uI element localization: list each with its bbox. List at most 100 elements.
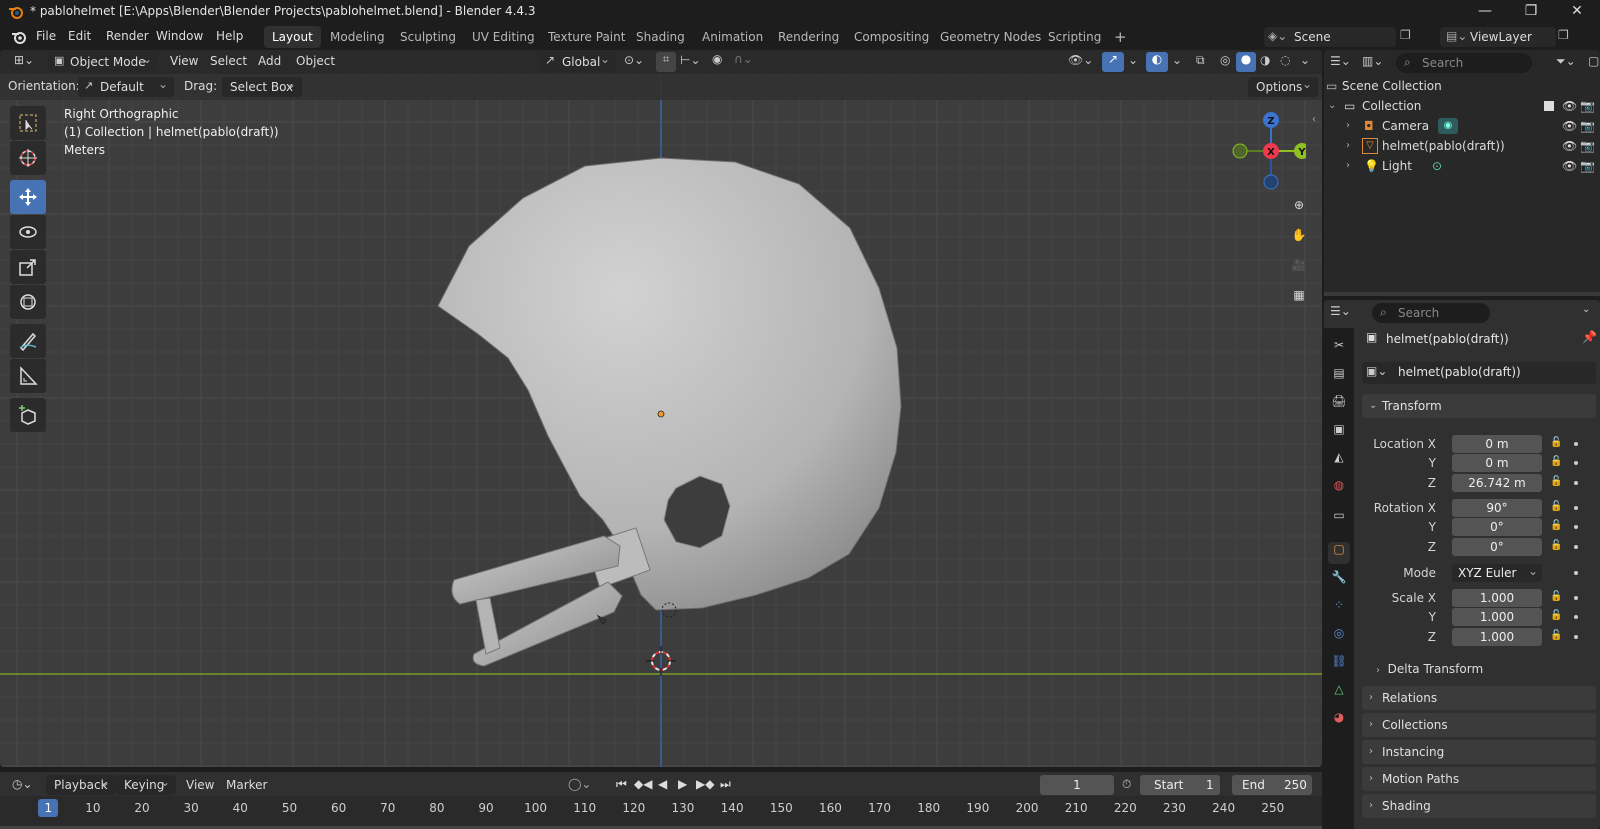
viewport-scene[interactable] — [0, 50, 1322, 767]
tab-animation[interactable]: Animation — [694, 26, 771, 48]
collection-row[interactable]: ⌄ ▭ Collection 👁 📷 — [1324, 96, 1600, 116]
camera-data-icon[interactable]: ◉ — [1438, 118, 1458, 134]
keyframe-dot[interactable] — [1574, 525, 1578, 529]
pan-hand-icon[interactable]: ✋ — [1286, 222, 1312, 248]
tool-tab-icon[interactable]: ✂ — [1328, 338, 1350, 360]
keyframe-dot[interactable] — [1574, 442, 1578, 446]
light-data-icon[interactable]: ⊙ — [1432, 156, 1442, 176]
object-name-field[interactable]: ▣⌄ helmet(pablo(draft)) — [1362, 362, 1596, 384]
editor-type-icon[interactable]: ⊞⌄ — [14, 53, 34, 67]
lock-icon[interactable]: 🔓 — [1550, 610, 1562, 622]
instancing-panel-header[interactable]: › Instancing — [1362, 740, 1596, 764]
timeline-editor-type-icon[interactable]: ◷⌄ — [12, 777, 33, 791]
properties-editor-type-icon[interactable]: ☰⌄ — [1330, 304, 1351, 318]
output-tab-icon[interactable]: 🖨 — [1328, 394, 1350, 416]
collections-panel-header[interactable]: › Collections — [1362, 713, 1596, 737]
menu-edit[interactable]: Edit — [68, 29, 91, 43]
rotation-x-field[interactable]: 90° — [1452, 499, 1542, 517]
gizmo-toggle-icon[interactable]: ↗ — [1102, 52, 1124, 72]
scale-tool[interactable] — [10, 250, 46, 284]
exclude-checkbox[interactable] — [1544, 101, 1554, 111]
lock-icon[interactable]: 🔓 — [1550, 591, 1562, 603]
add-workspace-icon[interactable]: + — [1106, 26, 1135, 48]
hide-eye-icon[interactable]: 👁 — [1562, 96, 1577, 116]
tab-scripting[interactable]: Scripting — [1040, 26, 1109, 48]
tab-modeling[interactable]: Modeling — [322, 26, 393, 48]
constraints-tab-icon[interactable]: ⛓ — [1328, 654, 1350, 676]
blender-menu-icon[interactable] — [10, 29, 28, 45]
3d-viewport[interactable]: ⊞⌄ Object Mode ▣ View Select Add Object … — [0, 50, 1322, 767]
minimize-button[interactable]: — — [1462, 0, 1508, 24]
viewport-menu-add[interactable]: Add — [258, 54, 281, 68]
delta-transform-subpanel[interactable]: › Delta Transform — [1376, 662, 1483, 676]
outliner-scrollbar[interactable] — [1324, 292, 1600, 296]
scale-z-field[interactable]: 1.000 — [1452, 628, 1542, 646]
data-tab-icon[interactable]: △ — [1328, 682, 1350, 704]
next-keyframe-icon[interactable]: ▶◆ — [696, 777, 714, 791]
scale-x-field[interactable]: 1.000 — [1452, 589, 1542, 607]
rotate-tool[interactable] — [10, 215, 46, 249]
viewport-menu-select[interactable]: Select — [210, 54, 247, 68]
lock-icon[interactable]: 🔓 — [1550, 456, 1562, 468]
current-frame-field[interactable]: 1 — [1040, 775, 1114, 795]
overlays-toggle-icon[interactable]: ◐ — [1146, 52, 1168, 72]
rotation-mode-dropdown[interactable]: XYZ Euler ⌄ — [1452, 564, 1542, 582]
lock-icon[interactable]: 🔓 — [1550, 437, 1562, 449]
viewport-menu-object[interactable]: Object — [296, 54, 335, 68]
sidebar-toggle-icon[interactable]: ‹ — [1312, 114, 1316, 125]
play-icon[interactable]: ▶ — [678, 777, 687, 791]
expand-collection-icon[interactable]: ⌄ — [1328, 96, 1336, 116]
mode-dropdown[interactable]: Object Mode — [48, 50, 158, 72]
new-collection-icon[interactable]: ▢ — [1588, 54, 1599, 68]
menu-render[interactable]: Render — [106, 29, 149, 43]
camera-render-icon[interactable]: 📷 — [1580, 116, 1595, 136]
gizmo-neg-y-axis[interactable] — [1232, 143, 1248, 159]
new-view-layer-icon[interactable]: ❐ — [1558, 28, 1569, 42]
helmet-render-icon[interactable]: 📷 — [1580, 136, 1595, 156]
timeline-menu-marker[interactable]: Marker — [226, 778, 267, 792]
shading-options-icon[interactable]: ⌄ — [1300, 53, 1310, 67]
wireframe-shading-icon[interactable]: ◎ — [1220, 53, 1230, 67]
material-shading-icon[interactable]: ◑ — [1260, 53, 1270, 67]
prev-keyframe-icon[interactable]: ◆◀ — [634, 777, 652, 791]
snap-target-icon[interactable]: ⊢⌄ — [680, 53, 701, 67]
expand-light-icon[interactable]: › — [1346, 156, 1350, 176]
options-dropdown[interactable]: Options — [1248, 74, 1318, 97]
proportional-editing-icon[interactable]: ◉ — [712, 52, 722, 66]
rotation-y-field[interactable]: 0° — [1452, 518, 1542, 536]
relations-panel-header[interactable]: › Relations — [1362, 686, 1596, 710]
transform-tool[interactable] — [10, 285, 46, 319]
lock-icon[interactable]: 🔓 — [1550, 630, 1562, 642]
tab-rendering[interactable]: Rendering — [770, 26, 847, 48]
measure-tool[interactable] — [10, 359, 46, 393]
overlays-dropdown-icon[interactable]: ⌄ — [1172, 53, 1182, 67]
tab-shading[interactable]: Shading — [628, 26, 693, 48]
properties-search-input[interactable]: ⌕ Search — [1372, 303, 1490, 323]
light-render-icon[interactable]: 📷 — [1580, 156, 1595, 176]
xray-icon[interactable]: ⧉ — [1196, 53, 1205, 68]
shading-panel-header[interactable]: › Shading — [1362, 794, 1596, 818]
keyframe-dot[interactable] — [1574, 635, 1578, 639]
snap-icon[interactable]: ⌗ — [656, 52, 676, 72]
ortho-grid-icon[interactable]: ▦ — [1286, 282, 1312, 308]
play-reverse-icon[interactable]: ◀ — [658, 777, 667, 791]
tab-texture-paint[interactable]: Texture Paint — [540, 26, 633, 48]
object-browse-icon[interactable]: ▣⌄ — [1366, 364, 1387, 378]
helmet-eye-icon[interactable]: 👁 — [1562, 136, 1577, 156]
gizmo-neg-z-axis[interactable] — [1263, 174, 1279, 190]
select-box-tool[interactable] — [10, 106, 46, 140]
scene-collection-row[interactable]: ▭ Scene Collection — [1324, 76, 1600, 96]
tab-compositing[interactable]: Compositing — [846, 26, 937, 48]
rendered-shading-icon[interactable]: ◌ — [1280, 53, 1290, 67]
tab-uv-editing[interactable]: UV Editing — [464, 26, 543, 48]
expand-camera-icon[interactable]: › — [1346, 116, 1350, 136]
tab-layout[interactable]: Layout — [264, 26, 321, 48]
keyframe-dot[interactable] — [1574, 596, 1578, 600]
location-x-field[interactable]: 0 m — [1452, 435, 1542, 453]
lock-icon[interactable]: 🔓 — [1550, 520, 1562, 532]
transform-panel-header[interactable]: ⌄ Transform — [1362, 394, 1596, 418]
add-cube-tool[interactable] — [10, 398, 46, 432]
auto-keying-icon[interactable]: ◯⌄ — [568, 777, 591, 791]
filter-icon[interactable]: ⏷⌄ — [1556, 54, 1576, 69]
keyframe-dot[interactable] — [1574, 461, 1578, 465]
